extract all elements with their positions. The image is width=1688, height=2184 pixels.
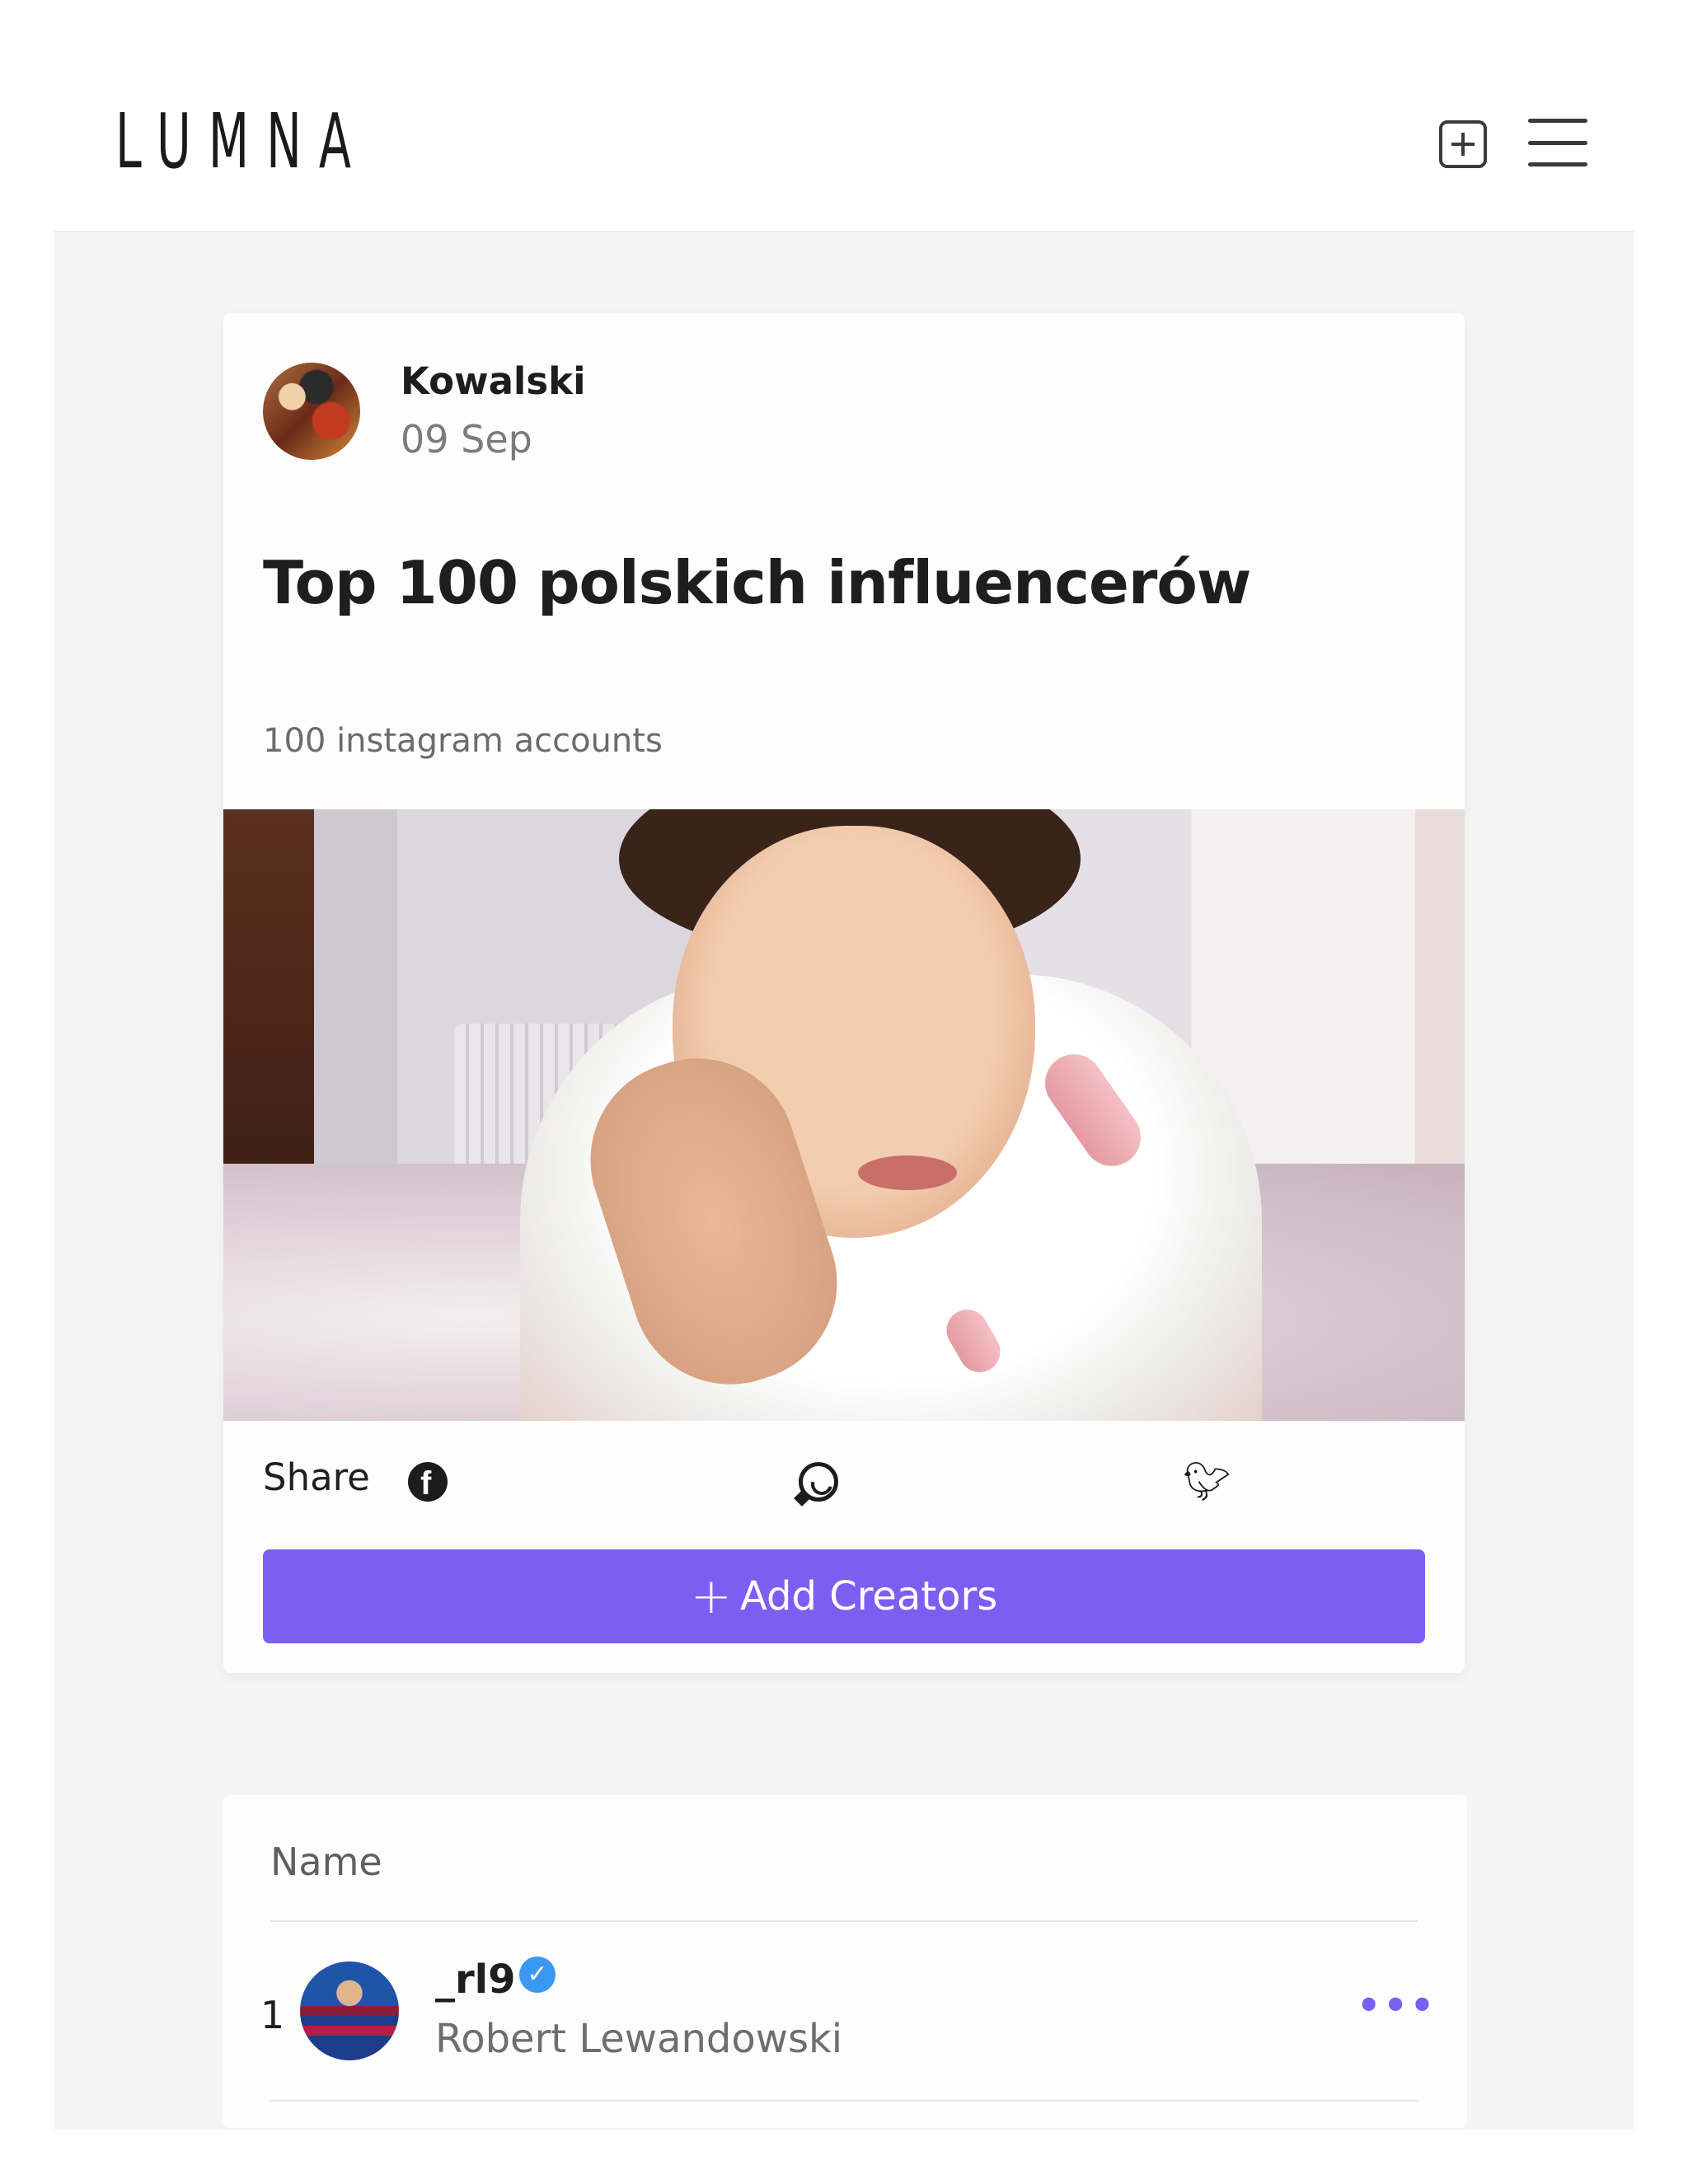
share-label: Share bbox=[263, 1455, 370, 1499]
more-options-icon[interactable]: ••• bbox=[1357, 1983, 1437, 2027]
share-row: Share f 🐦︎ bbox=[223, 1421, 1465, 1544]
avatar[interactable] bbox=[300, 1961, 399, 2060]
post-date: 09 Sep bbox=[401, 417, 532, 462]
row-rank: 1 bbox=[260, 1993, 285, 2037]
plus-square-icon[interactable] bbox=[1439, 120, 1487, 168]
divider bbox=[270, 1920, 1418, 1922]
twitter-icon[interactable]: 🐦︎ bbox=[1183, 1462, 1231, 1502]
verified-badge-icon: ✓ bbox=[519, 1957, 556, 1993]
creator-handle[interactable]: _rl9 bbox=[435, 1957, 516, 2003]
author-avatar[interactable] bbox=[263, 363, 360, 460]
divider bbox=[270, 2100, 1418, 2102]
cover-image bbox=[223, 809, 1465, 1421]
account-count: 100 instagram accounts bbox=[263, 722, 663, 760]
top-header: LUMNA bbox=[0, 0, 1688, 231]
whatsapp-icon[interactable] bbox=[799, 1462, 838, 1502]
add-creators-button[interactable]: + Add Creators bbox=[263, 1549, 1425, 1643]
list-post-card: Kowalski 09 Sep Top 100 polskich influen… bbox=[223, 313, 1465, 1673]
facebook-icon[interactable]: f bbox=[408, 1462, 448, 1502]
logo[interactable]: LUMNA bbox=[115, 104, 368, 180]
post-title: Top 100 polskich influencerów bbox=[263, 548, 1251, 617]
hamburger-menu-icon[interactable] bbox=[1528, 117, 1587, 168]
creators-table: Name 1 _rl9 ✓ Robert Lewandowski ••• bbox=[223, 1795, 1467, 2128]
author-name[interactable]: Kowalski bbox=[401, 359, 586, 403]
plus-icon: + bbox=[690, 1568, 732, 1625]
add-creators-label: Add Creators bbox=[740, 1573, 998, 1619]
name-column-header[interactable]: Name bbox=[270, 1840, 382, 1884]
creator-full-name: Robert Lewandowski bbox=[435, 2016, 843, 2062]
